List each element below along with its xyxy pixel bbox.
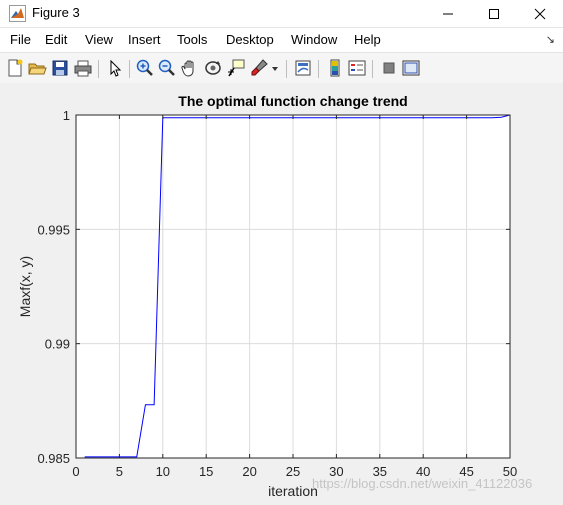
menu-window[interactable]: Window: [291, 32, 337, 47]
menu-bar: File Edit View Insert Tools Desktop Wind…: [0, 28, 563, 52]
y-tick-label: 1: [63, 108, 70, 123]
close-icon: [534, 8, 546, 20]
x-tick-label: 0: [72, 464, 79, 479]
toolbar-separator: [98, 60, 99, 78]
edit-plot-arrow-icon[interactable]: [105, 58, 125, 78]
x-tick-label: 25: [286, 464, 300, 479]
y-tick-label: 0.995: [37, 222, 70, 237]
rotate-3d-icon[interactable]: [203, 58, 223, 78]
brush-icon[interactable]: [249, 58, 269, 78]
watermark-text: https://blog.csdn.net/weixin_41122036: [312, 476, 533, 491]
menu-help[interactable]: Help: [354, 32, 381, 47]
menu-view[interactable]: View: [85, 32, 113, 47]
window-title: Figure 3: [32, 5, 80, 20]
menu-tools[interactable]: Tools: [177, 32, 207, 47]
save-icon[interactable]: [50, 58, 70, 78]
x-tick-label: 10: [156, 464, 170, 479]
toolbar-separator: [372, 60, 373, 78]
x-tick-label: 20: [242, 464, 256, 479]
x-axis-label: iteration: [268, 483, 318, 499]
y-tick-label: 0.985: [37, 451, 70, 466]
chart-title: The optimal function change trend: [178, 93, 407, 109]
figure-toolbar: [0, 52, 563, 84]
open-file-icon[interactable]: [27, 58, 47, 78]
menu-insert[interactable]: Insert: [128, 32, 161, 47]
close-button[interactable]: [517, 0, 563, 27]
hide-plot-tools-icon[interactable]: [379, 58, 399, 78]
show-plot-tools-icon[interactable]: [401, 58, 421, 78]
insert-colorbar-icon[interactable]: [325, 58, 345, 78]
matlab-logo-icon: [9, 5, 26, 22]
brush-dropdown-icon[interactable]: [270, 58, 280, 78]
maximize-button[interactable]: [471, 0, 517, 27]
minimize-button[interactable]: [425, 0, 471, 27]
link-plot-icon[interactable]: [293, 58, 313, 78]
y-axis-label: Maxf(x, y): [17, 256, 33, 317]
zoom-in-icon[interactable]: [135, 58, 155, 78]
menu-desktop[interactable]: Desktop: [226, 32, 274, 47]
minimize-icon: [443, 13, 453, 15]
figure-canvas[interactable]: 0 5 10 15 20 25 30 35 40 45 50 0.985 0.99 0.995 1 The …: [0, 83, 563, 505]
new-figure-icon[interactable]: [5, 58, 25, 78]
menu-dock-arrow-icon[interactable]: ↘: [546, 33, 555, 46]
toolbar-separator: [129, 60, 130, 78]
insert-legend-icon[interactable]: [347, 58, 367, 78]
x-tick-label: 15: [199, 464, 213, 479]
toolbar-separator: [286, 60, 287, 78]
menu-file[interactable]: File: [10, 32, 31, 47]
y-tick-label: 0.99: [45, 337, 70, 352]
maximize-icon: [489, 9, 499, 19]
toolbar-separator: [318, 60, 319, 78]
window-title-bar[interactable]: Figure 3: [0, 0, 563, 28]
pan-hand-icon[interactable]: [180, 58, 200, 78]
zoom-out-icon[interactable]: [157, 58, 177, 78]
menu-edit[interactable]: Edit: [45, 32, 67, 47]
x-tick-label: 5: [116, 464, 123, 479]
data-cursor-icon[interactable]: [226, 58, 246, 78]
print-icon[interactable]: [73, 58, 93, 78]
line-chart[interactable]: 0 5 10 15 20 25 30 35 40 45 500.9850.990.9951 The …: [0, 83, 563, 505]
